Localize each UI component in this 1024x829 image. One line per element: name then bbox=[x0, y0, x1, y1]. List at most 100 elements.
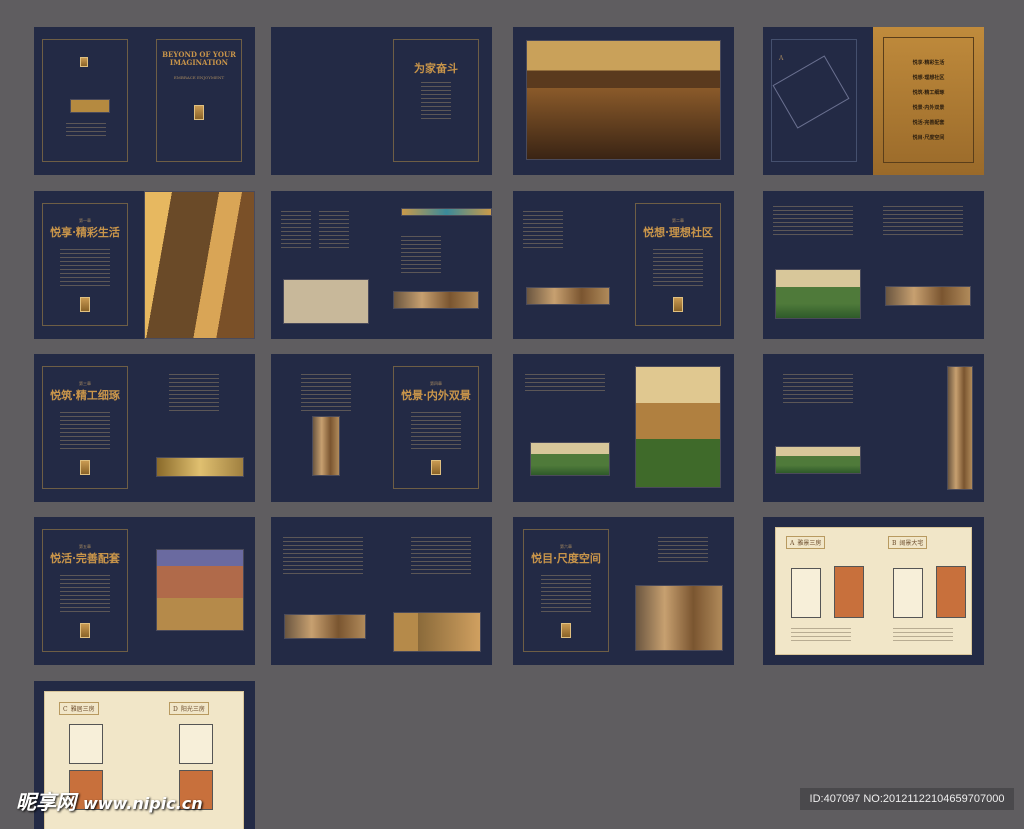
floorplan-label: D 阳光三房 bbox=[169, 702, 209, 715]
body-text bbox=[883, 206, 963, 236]
contents-item: 悦筑·精工细琢 bbox=[912, 90, 945, 96]
spread-community bbox=[763, 191, 984, 339]
body-text bbox=[401, 236, 441, 276]
brand-logo bbox=[561, 623, 571, 638]
chapter-title: 悦活·完善配套 bbox=[50, 552, 120, 565]
body-text bbox=[66, 123, 106, 139]
floor-plan-lower bbox=[936, 566, 966, 618]
floorplan-label: A 雅景三房 bbox=[786, 536, 826, 549]
spread-amenities bbox=[271, 517, 492, 665]
chapter-body-text bbox=[60, 412, 110, 452]
floorplan-letter: B bbox=[892, 540, 897, 547]
interior-collage bbox=[635, 585, 723, 651]
brand-logo bbox=[673, 297, 683, 312]
body-text bbox=[283, 537, 363, 577]
body-text bbox=[319, 211, 349, 251]
body-text bbox=[411, 537, 471, 577]
skyline-photo bbox=[156, 457, 244, 477]
floorplan-name: 阳光三房 bbox=[180, 706, 205, 713]
spread-chapter-4: 第四章 悦景·内外双景 bbox=[271, 354, 492, 502]
watermark-url: www.nipic.cn bbox=[82, 794, 203, 813]
street-photo bbox=[393, 612, 481, 652]
body-text bbox=[783, 374, 853, 404]
body-text bbox=[773, 206, 853, 236]
tower-garden-photo bbox=[635, 366, 721, 488]
brand-logo bbox=[80, 460, 90, 475]
brand-logo bbox=[194, 105, 204, 120]
spread-contents: A 悦享·精彩生活 悦想·理想社区 悦筑·精工细琢 悦景·内外双景 悦活·完善配套 悦目·尺… bbox=[763, 27, 984, 175]
photo-strip bbox=[885, 286, 971, 306]
skyline-photo bbox=[401, 208, 492, 216]
site-plan-marker: A bbox=[779, 55, 784, 62]
photo-column bbox=[947, 366, 973, 490]
contents-frame bbox=[883, 37, 974, 163]
spread-aerial bbox=[513, 27, 734, 175]
floor-plan-upper bbox=[179, 724, 213, 764]
contents-item: 悦活·完善配套 bbox=[912, 120, 945, 126]
chapter-body-text bbox=[411, 412, 461, 452]
body-text bbox=[421, 82, 451, 120]
floorplan-label: C 雅居三房 bbox=[59, 702, 99, 715]
floorplan-letter: A bbox=[790, 540, 795, 547]
chapter-title: 悦想·理想社区 bbox=[643, 226, 713, 239]
aerial-render bbox=[775, 269, 861, 319]
brand-logo bbox=[431, 460, 441, 475]
interior-photo bbox=[312, 416, 340, 476]
spread-intro: 为家奋斗 bbox=[271, 27, 492, 175]
floorplan-name: 阔景大宅 bbox=[899, 540, 924, 547]
floor-plan-upper bbox=[893, 568, 923, 618]
cover-tagline: EMBRACE ENJOYMENT bbox=[173, 75, 225, 80]
brand-logo bbox=[80, 623, 90, 638]
watermark-logo: 昵享网 bbox=[16, 790, 76, 814]
spread-chapter-2: 第二章 悦想·理想社区 bbox=[513, 191, 734, 339]
chapter-title: 悦享·精彩生活 bbox=[50, 226, 120, 239]
garden-photo bbox=[775, 446, 861, 474]
spread-chapter-1: 第一章 悦享·精彩生活 bbox=[34, 191, 255, 339]
chapter-body-text bbox=[653, 249, 703, 289]
brand-logo bbox=[80, 297, 90, 312]
contents-item: 悦目·尺度空间 bbox=[912, 135, 945, 141]
chapter-title: 悦景·内外双景 bbox=[401, 389, 471, 402]
plan-notes bbox=[791, 628, 851, 642]
spread-floorplans-ab: A 雅景三房 B 阔景大宅 bbox=[763, 517, 984, 665]
floor-plan-upper bbox=[69, 724, 103, 764]
developer-logo bbox=[80, 57, 88, 67]
floorplan-label: B 阔景大宅 bbox=[888, 536, 928, 549]
image-id-label: ID:407097 NO:20121122104659707000 bbox=[800, 788, 1014, 810]
body-text bbox=[281, 211, 311, 251]
spread-lifestyle bbox=[763, 354, 984, 502]
map-photo bbox=[283, 279, 369, 324]
photo-strip bbox=[284, 614, 366, 639]
photo-strip bbox=[393, 291, 479, 309]
chapter-body-text bbox=[541, 575, 591, 615]
contents-item: 悦想·理想社区 bbox=[912, 75, 945, 81]
contents-item: 悦享·精彩生活 bbox=[912, 60, 945, 66]
photo-strip bbox=[526, 287, 610, 305]
floor-plan-upper bbox=[791, 568, 821, 618]
body-text bbox=[525, 374, 605, 394]
body-text bbox=[658, 537, 708, 562]
spread-chapter-6: 第六章 悦目·尺度空间 bbox=[513, 517, 734, 665]
location-map bbox=[70, 99, 110, 113]
floorplan-name: 雅居三房 bbox=[70, 706, 95, 713]
chapter-body-text bbox=[60, 575, 110, 615]
body-text bbox=[301, 374, 351, 414]
plan-notes bbox=[893, 628, 953, 642]
body-text bbox=[169, 374, 219, 414]
chapter-title: 悦目·尺度空间 bbox=[531, 552, 601, 565]
spread-chapter-5: 第五章 悦活·完善配套 bbox=[34, 517, 255, 665]
spread-chapter-3: 第三章 悦筑·精工细琢 bbox=[34, 354, 255, 502]
aerial-city-photo bbox=[526, 40, 721, 160]
cover-headline: BEYOND OF YOUR IMAGINATION bbox=[162, 50, 236, 67]
spread-location bbox=[271, 191, 492, 339]
intro-title: 为家奋斗 bbox=[414, 62, 458, 75]
spread-cover: BEYOND OF YOUR IMAGINATION EMBRACE ENJOYM… bbox=[34, 27, 255, 175]
floorplan-letter: D bbox=[173, 706, 178, 713]
spread-landscape bbox=[513, 354, 734, 502]
chapter-title: 悦筑·精工细琢 bbox=[50, 389, 120, 402]
night-city-photo bbox=[156, 549, 244, 631]
contents-page: 悦享·精彩生活 悦想·理想社区 悦筑·精工细琢 悦景·内外双景 悦活·完善配套 悦目·尺度… bbox=[873, 27, 984, 175]
contents-item: 悦景·内外双景 bbox=[912, 105, 945, 111]
floorplan-letter: C bbox=[63, 706, 68, 713]
floorplan-sheet: A 雅景三房 B 阔景大宅 bbox=[775, 527, 972, 655]
